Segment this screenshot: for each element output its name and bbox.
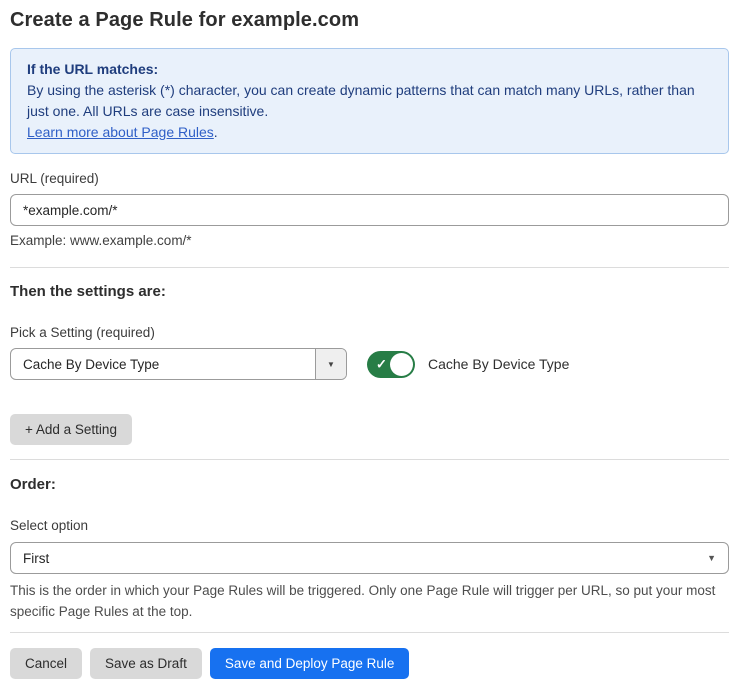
cache-by-device-type-toggle[interactable]: ✓ xyxy=(367,351,415,378)
url-input[interactable] xyxy=(10,194,729,226)
pick-setting-label: Pick a Setting (required) xyxy=(10,324,729,342)
settings-section-heading: Then the settings are: xyxy=(10,282,729,302)
order-section-heading: Order: xyxy=(10,475,729,495)
save-and-deploy-button[interactable]: Save and Deploy Page Rule xyxy=(210,648,410,679)
create-page-rule-form: Create a Page Rule for example.com If th… xyxy=(10,0,729,679)
check-icon: ✓ xyxy=(376,358,387,371)
page-title: Create a Page Rule for example.com xyxy=(10,6,729,34)
info-box-link-line: Learn more about Page Rules. xyxy=(27,122,712,143)
order-description: This is the order in which your Page Rul… xyxy=(10,580,729,622)
chevron-down-icon: ▼ xyxy=(707,553,716,563)
url-field-label: URL (required) xyxy=(10,170,729,188)
url-example-hint: Example: www.example.com/* xyxy=(10,232,729,250)
order-select-value: First xyxy=(23,551,49,566)
order-select[interactable]: First ▼ xyxy=(10,542,729,574)
footer-actions: Cancel Save as Draft Save and Deploy Pag… xyxy=(10,648,729,679)
order-select-label: Select option xyxy=(10,517,729,535)
toggle-label: Cache By Device Type xyxy=(428,356,569,372)
setting-select[interactable]: Cache By Device Type ▼ xyxy=(10,348,347,380)
learn-more-link[interactable]: Learn more about Page Rules xyxy=(27,124,214,140)
setting-row: Cache By Device Type ▼ ✓ Cache By Device… xyxy=(10,348,729,380)
cancel-button[interactable]: Cancel xyxy=(10,648,82,679)
divider xyxy=(10,267,729,268)
url-match-info-box: If the URL matches: By using the asteris… xyxy=(10,48,729,154)
info-box-heading: If the URL matches: xyxy=(27,59,712,80)
save-as-draft-button[interactable]: Save as Draft xyxy=(90,648,202,679)
info-box-body: By using the asterisk (*) character, you… xyxy=(27,80,712,122)
divider xyxy=(10,459,729,460)
add-setting-button[interactable]: + Add a Setting xyxy=(10,414,132,445)
divider xyxy=(10,632,729,633)
toggle-knob xyxy=(390,353,413,376)
link-suffix: . xyxy=(214,124,218,140)
chevron-down-icon[interactable]: ▼ xyxy=(315,349,346,379)
setting-select-value: Cache By Device Type xyxy=(11,349,315,379)
